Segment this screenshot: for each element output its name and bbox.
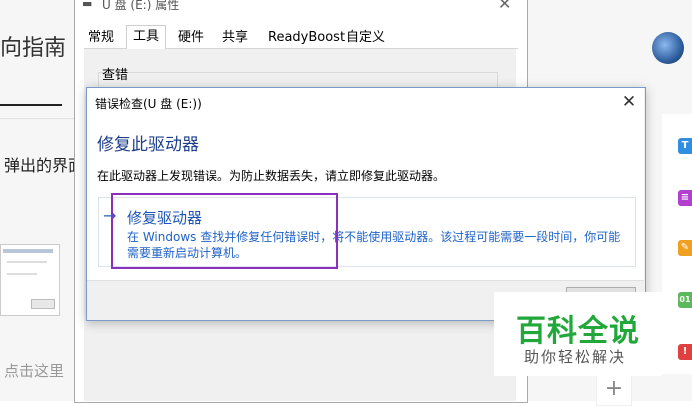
- binary-icon[interactable]: 01: [678, 292, 692, 308]
- dialog-message: 在此驱动器上发现错误。为防止数据丢失，请立即修复此驱动器。: [97, 169, 446, 183]
- thumbnail-button: [31, 299, 55, 309]
- tab-tools[interactable]: 工具: [126, 25, 167, 50]
- close-icon[interactable]: ✕: [498, 0, 511, 13]
- article-heading: 向指南: [0, 36, 67, 61]
- properties-window-title: U 盘 (E:) 属性: [102, 0, 180, 12]
- tab-customize[interactable]: 自定义: [340, 27, 391, 48]
- highlight-box: [111, 193, 338, 269]
- t-icon[interactable]: T: [678, 138, 692, 154]
- thumbnail-line: [7, 273, 37, 275]
- add-button[interactable]: +: [596, 374, 632, 406]
- user-avatar[interactable]: [652, 32, 684, 64]
- tab-hardware[interactable]: 硬件: [172, 27, 210, 48]
- alert-icon[interactable]: !: [678, 344, 692, 360]
- article-screenshot-thumbnail[interactable]: [0, 244, 60, 316]
- tab-sharing[interactable]: 共享: [216, 27, 254, 48]
- drive-icon: ▬: [82, 0, 93, 10]
- tab-readyboost[interactable]: ReadyBoost: [262, 27, 351, 48]
- article-underline-image: [0, 98, 62, 106]
- watermark-logo-text: 百科全说: [516, 314, 640, 349]
- wrench-icon[interactable]: ✎: [678, 240, 692, 256]
- close-icon[interactable]: ✕: [620, 92, 638, 112]
- dialog-title: 错误检查(U 盘 (E:)): [95, 97, 202, 111]
- thumbnail-titlebar: [3, 249, 53, 253]
- dialog-heading: 修复此驱动器: [97, 135, 199, 155]
- article-body-text: 弹出的界面: [4, 156, 85, 175]
- doc-icon[interactable]: ≡: [678, 190, 692, 206]
- error-checking-group-label: 查错: [102, 68, 129, 83]
- thumbnail-line: [7, 261, 47, 263]
- article-separator: [0, 118, 74, 119]
- article-click-link[interactable]: 点击这里: [4, 360, 64, 381]
- watermark-slogan: 助你轻松解决: [524, 348, 627, 366]
- tab-general[interactable]: 常规: [82, 27, 120, 48]
